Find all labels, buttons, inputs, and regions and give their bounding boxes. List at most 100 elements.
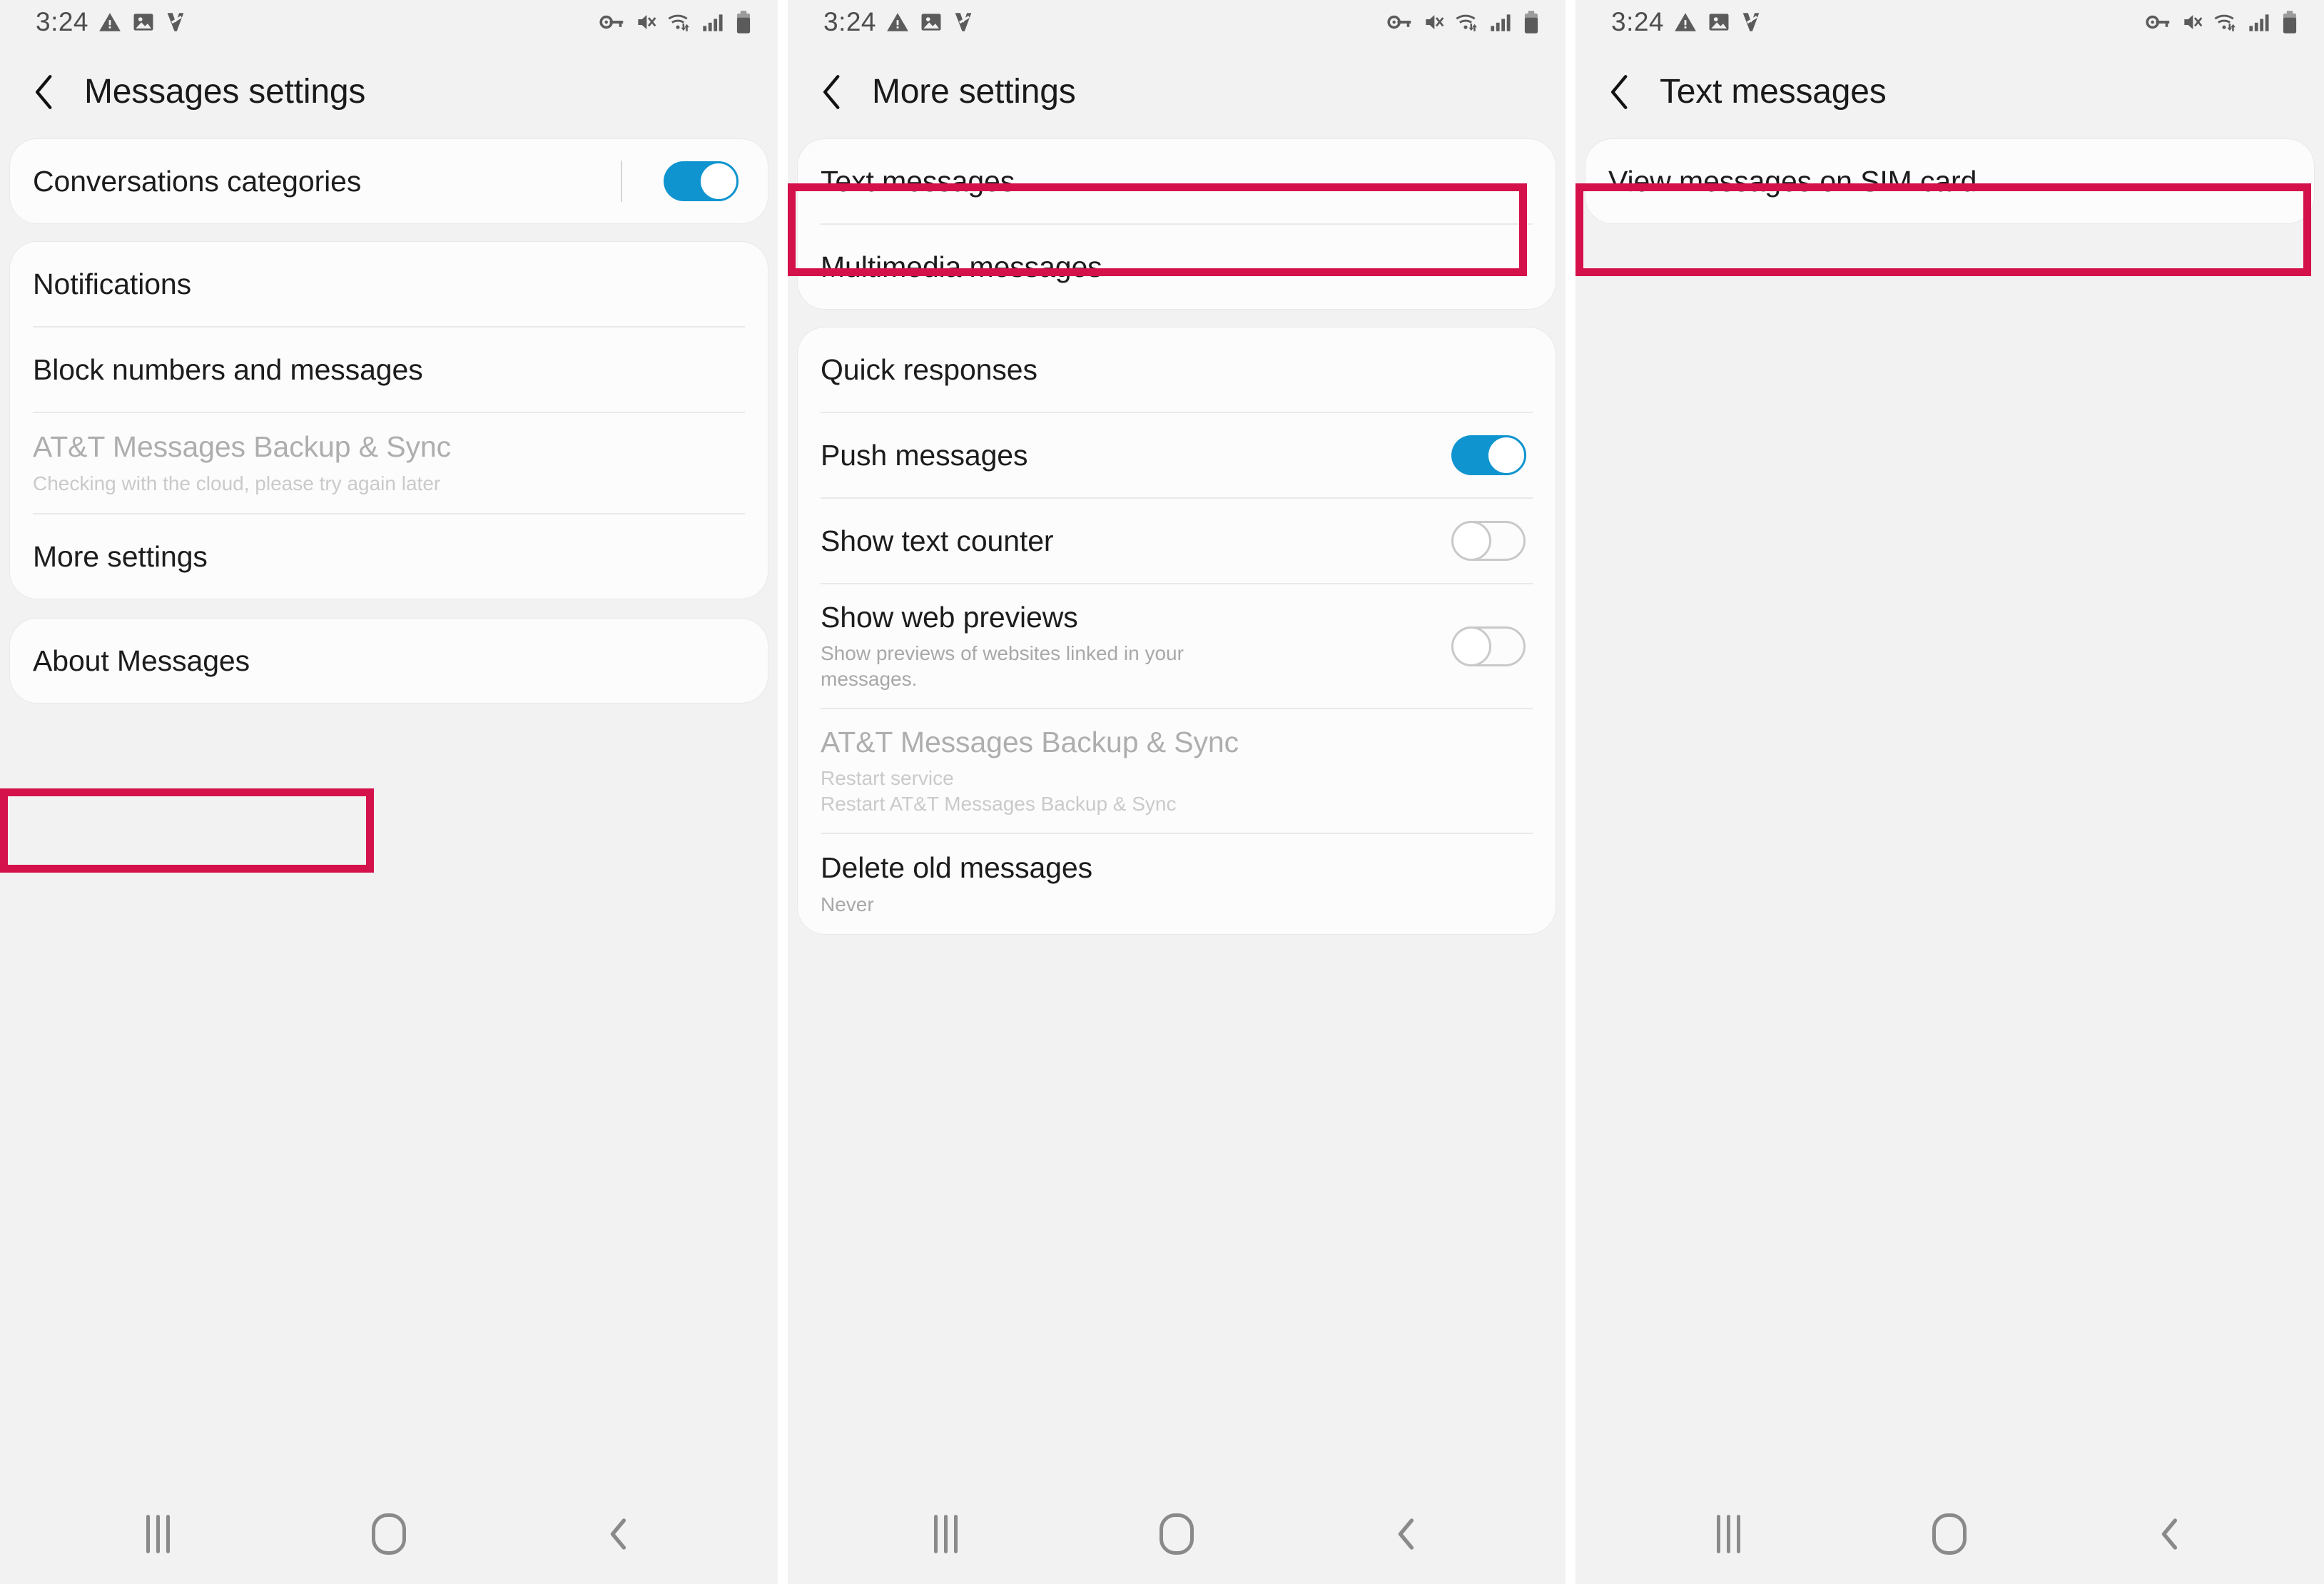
navigation-bar	[788, 1484, 1566, 1584]
vpn-icon	[953, 10, 974, 34]
recents-button[interactable]	[116, 1498, 201, 1570]
home-button[interactable]	[346, 1498, 432, 1570]
settings-card-message-types: Text messages Multimedia messages	[798, 139, 1556, 309]
row-title: View messages on SIM card	[1608, 164, 1977, 198]
row-title: About Messages	[33, 644, 250, 677]
app-bar: Messages settings	[0, 44, 778, 139]
settings-card-sim: View messages on SIM card	[1585, 139, 2314, 223]
vpn-icon	[1740, 10, 1762, 34]
row-about-messages[interactable]: About Messages	[10, 619, 768, 703]
back-navigation-button[interactable]	[809, 68, 856, 116]
row-text-block: View messages on SIM card	[1608, 148, 2284, 214]
home-icon	[1159, 1513, 1194, 1555]
image-icon	[1707, 10, 1731, 34]
panel-text-messages: 3:24 Text messages View messages on SIM …	[1575, 0, 2324, 1584]
settings-card-options: Quick responses Push messages Show text …	[798, 328, 1556, 935]
warning-triangle-icon	[1673, 10, 1698, 34]
row-subtitle: Show previews of websites linked in your…	[821, 642, 1184, 691]
row-title: Show web previews	[821, 601, 1078, 634]
page-title: Text messages	[1660, 73, 1887, 111]
row-delete-old-messages[interactable]: Delete old messages Never	[798, 834, 1556, 934]
settings-card-conversations: Conversations categories	[10, 139, 768, 223]
back-button[interactable]	[1364, 1498, 1450, 1570]
battery-icon	[735, 10, 752, 34]
toggle-knob	[1451, 626, 1491, 666]
battery-icon	[2281, 10, 2298, 34]
status-time: 3:24	[1611, 7, 1665, 36]
image-icon	[919, 10, 943, 34]
row-show-web-previews[interactable]: Show web previews Show previews of websi…	[798, 584, 1556, 708]
row-conversations-categories[interactable]: Conversations categories	[10, 139, 768, 223]
back-button[interactable]	[577, 1498, 662, 1570]
row-text-block: Show text counter	[821, 508, 1437, 574]
row-text-block: Text messages	[821, 148, 1526, 214]
row-text-messages[interactable]: Text messages	[798, 139, 1556, 223]
row-text-block: AT&T Messages Backup & Sync Restart serv…	[821, 709, 1526, 833]
recents-icon	[1717, 1515, 1741, 1553]
back-navigation-button[interactable]	[1597, 68, 1644, 116]
row-show-text-counter[interactable]: Show text counter	[798, 499, 1556, 583]
chevron-left-icon	[611, 1518, 626, 1550]
panel-messages-settings: 3:24 Messages settings Conversations cat…	[0, 0, 778, 1584]
home-button[interactable]	[1907, 1498, 1992, 1570]
recents-icon	[146, 1515, 171, 1553]
row-text-block: Block numbers and messages	[33, 337, 738, 402]
navigation-bar	[0, 1484, 778, 1584]
toggle-push-messages[interactable]	[1451, 435, 1526, 475]
mute-icon	[2181, 11, 2203, 34]
row-text-block: Multimedia messages	[821, 234, 1526, 300]
row-multimedia-messages[interactable]: Multimedia messages	[798, 225, 1556, 309]
row-more-settings[interactable]: More settings	[10, 514, 768, 599]
signal-bars-icon	[2248, 11, 2272, 34]
vpn-icon	[165, 10, 186, 34]
row-text-block: Show web previews Show previews of websi…	[821, 584, 1437, 708]
status-bar-left: 3:24	[823, 7, 974, 37]
screenshot-stage: 3:24 Messages settings Conversations cat…	[0, 0, 2324, 1584]
back-navigation-button[interactable]	[21, 68, 68, 116]
row-text-block: More settings	[33, 524, 738, 589]
toggle-show-text-counter[interactable]	[1451, 521, 1526, 561]
row-quick-responses[interactable]: Quick responses	[798, 328, 1556, 412]
recents-icon	[934, 1515, 958, 1553]
row-title: Push messages	[821, 438, 1028, 472]
back-button[interactable]	[2128, 1498, 2213, 1570]
settings-card-about: About Messages	[10, 619, 768, 703]
toggle-show-web-previews[interactable]	[1451, 626, 1526, 666]
row-title: More settings	[33, 539, 208, 573]
navigation-bar	[1575, 1484, 2324, 1584]
row-notifications[interactable]: Notifications	[10, 242, 768, 326]
chevron-left-icon	[2161, 1518, 2178, 1550]
row-vertical-separator	[621, 161, 622, 202]
status-bar-right	[599, 10, 752, 34]
settings-list: View messages on SIM card	[1575, 139, 2324, 1484]
row-push-messages[interactable]: Push messages	[798, 413, 1556, 497]
row-title: Notifications	[33, 267, 192, 300]
row-text-block: Quick responses	[821, 337, 1526, 402]
row-view-messages-on-sim-card[interactable]: View messages on SIM card	[1585, 139, 2314, 223]
recents-button[interactable]	[903, 1498, 989, 1570]
row-block-numbers[interactable]: Block numbers and messages	[10, 328, 768, 412]
status-bar-right	[2146, 10, 2298, 34]
page-title: More settings	[872, 73, 1076, 111]
status-bar: 3:24	[0, 0, 778, 44]
chevron-left-icon	[35, 74, 52, 109]
row-title: Multimedia messages	[821, 250, 1102, 283]
status-bar: 3:24	[1575, 0, 2324, 44]
row-text-block: Notifications	[33, 251, 738, 317]
warning-triangle-icon	[886, 10, 910, 34]
status-time: 3:24	[36, 7, 89, 36]
toggle-knob	[1451, 521, 1491, 561]
settings-list: Conversations categories Notifications B…	[0, 139, 778, 1484]
recents-button[interactable]	[1686, 1498, 1772, 1570]
status-bar: 3:24	[788, 0, 1566, 44]
row-text-block: Push messages	[821, 422, 1437, 488]
home-button[interactable]	[1134, 1498, 1219, 1570]
toggle-conversations-categories[interactable]	[664, 161, 739, 201]
status-bar-left: 3:24	[36, 7, 186, 37]
key-icon	[2146, 11, 2171, 33]
app-bar: More settings	[788, 44, 1566, 139]
wifi-icon	[2213, 11, 2238, 34]
wifi-icon	[666, 11, 692, 34]
panel-separator	[1566, 0, 1575, 1584]
toggle-knob	[699, 161, 739, 201]
